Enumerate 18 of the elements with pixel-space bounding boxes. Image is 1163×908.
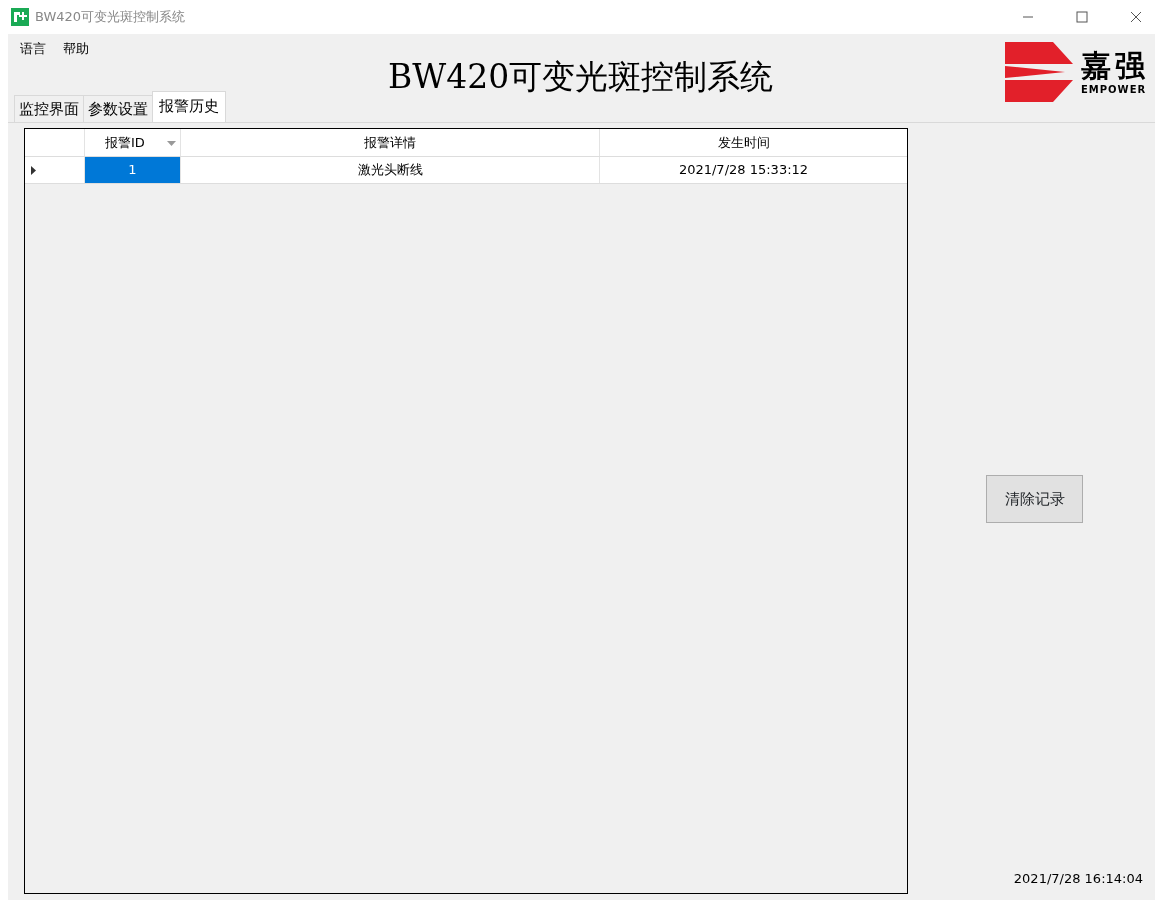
clear-records-button[interactable]: 清除记录 [986,475,1083,523]
app-title: BW420可变光斑控制系统 [388,56,774,98]
logo-subtext: EMPOWER [1081,85,1148,95]
column-header[interactable]: 报警详情 [181,129,600,156]
menu-item[interactable]: 语言 [20,39,46,58]
menu-item[interactable]: 帮助 [63,39,89,58]
window-title: BW420可变光斑控制系统 [35,8,186,27]
tab[interactable]: 监控界面 [14,94,84,122]
status-time: 2021/7/28 16:14:04 [1013,869,1143,888]
tab[interactable]: 报警历史 [152,90,226,122]
column-header[interactable]: 发生时间 [600,129,887,156]
app-icon [11,8,29,26]
logo-icon [1005,42,1073,102]
table-cell: 激光头断线 [181,157,600,183]
table-cell-text: 2021/7/28 15:33:12 [677,161,810,180]
column-header[interactable]: 报警ID [85,129,181,156]
logo-text: 嘉强 [1081,49,1149,82]
table-cell: 1 [85,157,181,183]
